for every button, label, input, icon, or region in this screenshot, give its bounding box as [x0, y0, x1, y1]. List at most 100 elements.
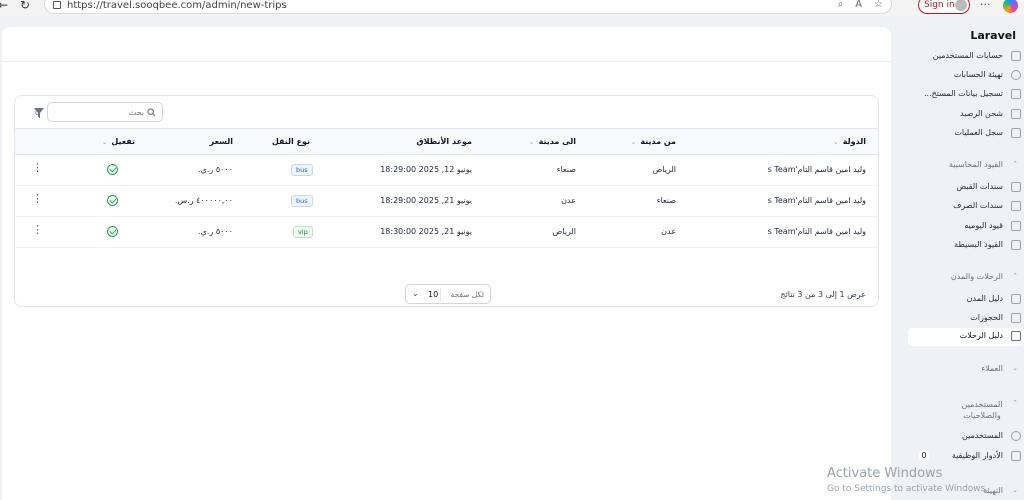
per-page-select[interactable]: لكل صفحة 10 ⌄ [405, 284, 491, 304]
sidebar-item-users[interactable]: المستخدمين [908, 428, 1024, 444]
sidebar-item-register-data[interactable]: تسجيل بيانات المستخ... [908, 86, 1024, 102]
sidebar-item-bookings[interactable]: الحجوزات [908, 310, 1024, 326]
gear-icon [1011, 70, 1021, 80]
sidebar-item-payments[interactable]: سندات الصرف [908, 198, 1024, 214]
payment-icon [1011, 201, 1021, 211]
sidebar-item-cities[interactable]: دليل المدن [908, 291, 1024, 307]
more-menu-icon[interactable]: ··· [980, 0, 991, 11]
row-actions-icon[interactable]: ⋮ [32, 223, 43, 237]
per-page-value: 10 [428, 290, 439, 299]
transport-badge: vip [293, 226, 313, 238]
column-header-price[interactable]: السعر [210, 137, 233, 146]
cell-to-city: عدن [561, 196, 576, 205]
document-icon [1011, 89, 1021, 99]
zoom-icon[interactable]: ⌕ [838, 0, 844, 10]
list-icon [1011, 128, 1021, 138]
sidebar-item-receipts[interactable]: سندات القبض [908, 179, 1024, 195]
sidebar-item-trips[interactable]: دليل الرحلات [908, 328, 1024, 346]
transport-badge: bus [291, 195, 313, 207]
active-check-icon [107, 226, 118, 237]
funnel-icon [34, 108, 44, 118]
sidebar-item-user-accounts[interactable]: حسابات المستخدمين [908, 48, 1024, 64]
column-header-active[interactable]: تفعيل⌄ [101, 137, 135, 146]
table-header: الدولة⌄ من مدينة⌄ الى مدينة⌄ موعد الأنطل… [15, 128, 878, 155]
favorite-star-icon[interactable]: ☆ [874, 0, 883, 10]
active-check-icon [107, 195, 118, 206]
filter-button[interactable]: 0 [29, 105, 44, 119]
sidebar-item-daily-entries[interactable]: قيود اليوميه [908, 218, 1024, 234]
transport-badge: bus [291, 164, 313, 176]
per-page-label: لكل صفحة [450, 290, 484, 299]
search-input[interactable] [54, 106, 144, 118]
cell-price: ٥٠٠٠ ر.ي. [198, 227, 233, 236]
table-row: وليد امين قاسم التام's Team الرياض صنعاء… [15, 155, 878, 186]
column-header-country[interactable]: الدولة⌄ [833, 137, 866, 146]
cell-departure: يونيو 21, 2025 18:30:00 [380, 227, 472, 236]
column-header-transport[interactable]: نوع النقل [272, 137, 310, 146]
cell-departure: يونيو 12, 2025 18:29:00 [380, 165, 472, 174]
row-actions-icon[interactable]: ⋮ [32, 161, 43, 175]
cell-from-city: عدن [661, 227, 676, 236]
sidebar-item-roles[interactable]: الأدوار الوظيفية 0 [908, 448, 1024, 464]
chevron-up-icon: ⌃ [1012, 160, 1018, 168]
sort-chevron-icon: ⌄ [528, 138, 535, 146]
chevron-down-icon: ⌄ [1012, 486, 1018, 494]
cell-from-city: الرياض [652, 165, 676, 174]
building-icon [1011, 294, 1021, 304]
reload-icon[interactable]: ↻ [20, 0, 30, 11]
sign-in-label: Sign in [924, 0, 955, 10]
table-icon [1011, 240, 1021, 250]
column-header-from-city[interactable]: من مدينة⌄ [630, 137, 676, 146]
cell-country: وليد امين قاسم التام's Team [767, 227, 866, 236]
back-icon[interactable]: ← [0, 0, 8, 11]
sidebar-item-simple-entries[interactable]: القيود البسيطة [908, 237, 1024, 253]
sidebar: Laravel حسابات المستخدمين تهيئة الحسابات… [898, 16, 1024, 500]
read-aloud-icon[interactable]: A [855, 0, 862, 10]
cell-country: وليد امين قاسم التام's Team [767, 196, 866, 205]
cell-price: ٥٠٠٠ ر.ي. [198, 165, 233, 174]
sidebar-item-accounts-setup[interactable]: تهيئة الحسابات [908, 67, 1024, 83]
table-row: وليد امين قاسم التام's Team صنعاء عدن يو… [15, 186, 878, 217]
windows-activation-watermark: Activate Windows Go to Settings to activ… [827, 466, 989, 494]
receipt-icon [1011, 182, 1021, 192]
cell-country: وليد امين قاسم التام's Team [767, 165, 866, 174]
roles-count-badge: 0 [918, 450, 930, 462]
lock-icon [53, 1, 61, 9]
trips-table-panel: 0 الدولة⌄ من مدينة⌄ الى مدينة⌄ موعد الأن… [14, 95, 879, 307]
sort-chevron-icon: ⌄ [101, 138, 108, 146]
sort-chevron-icon: ⌄ [832, 138, 839, 146]
chevron-down-icon: ⌄ [412, 289, 419, 298]
address-bar[interactable]: https://travel.sooqbee.com/admin/new-tri… [44, 0, 892, 14]
column-header-to-city[interactable]: الى مدينة⌄ [529, 137, 576, 146]
brand-logo[interactable]: Laravel [970, 29, 1016, 42]
copilot-icon[interactable] [1003, 0, 1018, 13]
search-box[interactable] [47, 102, 163, 122]
cell-price: ٤٠٠٠٠٠,٠٠ ر.س. [174, 196, 233, 205]
row-actions-icon[interactable]: ⋮ [32, 192, 43, 206]
cell-to-city: الرياض [552, 227, 576, 236]
cell-to-city: صنعاء [556, 165, 576, 174]
main-content: 0 الدولة⌄ من مدينة⌄ الى مدينة⌄ موعد الأن… [2, 27, 891, 500]
bus-icon [1011, 331, 1021, 341]
column-header-departure[interactable]: موعد الأنطلاق [416, 137, 472, 146]
active-check-icon [107, 164, 118, 175]
browser-toolbar: ← ↻ https://travel.sooqbee.com/admin/new… [0, 0, 1024, 16]
header-divider [2, 61, 891, 62]
user-icon [1011, 431, 1021, 441]
sign-in-button[interactable]: Sign in [918, 0, 970, 14]
pencil-icon [1011, 51, 1021, 61]
chevron-up-icon: ⌃ [1012, 399, 1018, 407]
url-text[interactable]: https://travel.sooqbee.com/admin/new-tri… [67, 0, 287, 11]
search-icon [147, 108, 156, 117]
wallet-icon [1011, 109, 1021, 119]
sidebar-item-recharge[interactable]: شحن الرصيد [908, 106, 1024, 122]
users-icon [1011, 451, 1021, 461]
ticket-icon [1011, 313, 1021, 323]
cell-from-city: صنعاء [656, 196, 676, 205]
pagination-summary: عرض 1 إلى 3 من 3 نتائج [780, 290, 866, 299]
book-icon [1011, 221, 1021, 231]
cell-departure: يونيو 21, 2025 18:29:00 [380, 196, 472, 205]
chevron-up-icon: ⌃ [1012, 272, 1018, 280]
sidebar-item-operations-log[interactable]: سجل العمليات [908, 125, 1024, 141]
profile-avatar [955, 0, 967, 11]
